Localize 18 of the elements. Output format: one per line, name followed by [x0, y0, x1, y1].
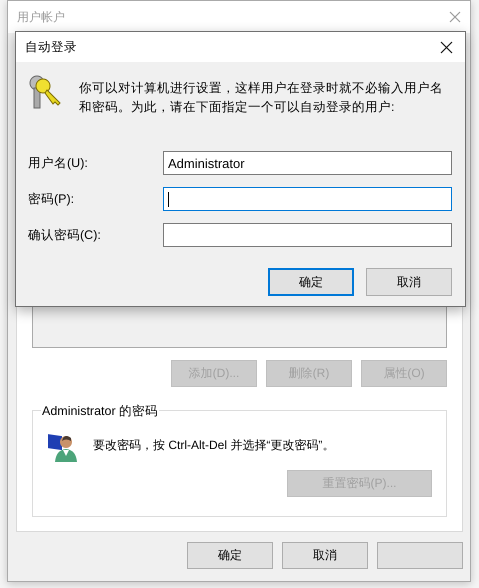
close-icon[interactable] [440, 40, 453, 54]
group-title: Administrator 的密码 [41, 403, 160, 420]
dialog-title: 自动登录 [25, 38, 77, 56]
window-title: 用户帐户 [17, 8, 65, 26]
field-label: 用户名(U): [28, 154, 88, 172]
dialog-button[interactable]: 确定 [268, 268, 354, 296]
dialog-button[interactable]: 取消 [366, 268, 452, 296]
dialog-button[interactable]: 确定 [187, 542, 273, 569]
input-field[interactable]: Administrator [163, 151, 452, 175]
dialog-message: 你可以对计算机进行设置，这样用户在登录时就不必输入用户名和密码。为此，请在下面指定一个可以自动登录的用户: [79, 80, 444, 116]
input-field[interactable] [163, 223, 452, 247]
field-label: 确认密码(C): [28, 226, 101, 244]
field-label: 密码(P): [28, 190, 74, 208]
dialog-button[interactable]: 取消 [282, 542, 368, 569]
keys-icon [28, 74, 62, 110]
input-field[interactable] [163, 187, 452, 211]
password-hint: 要改密码，按 Ctrl-Alt-Del 并选择“更改密码”。 [93, 437, 334, 454]
user-computer-icon [47, 432, 79, 464]
